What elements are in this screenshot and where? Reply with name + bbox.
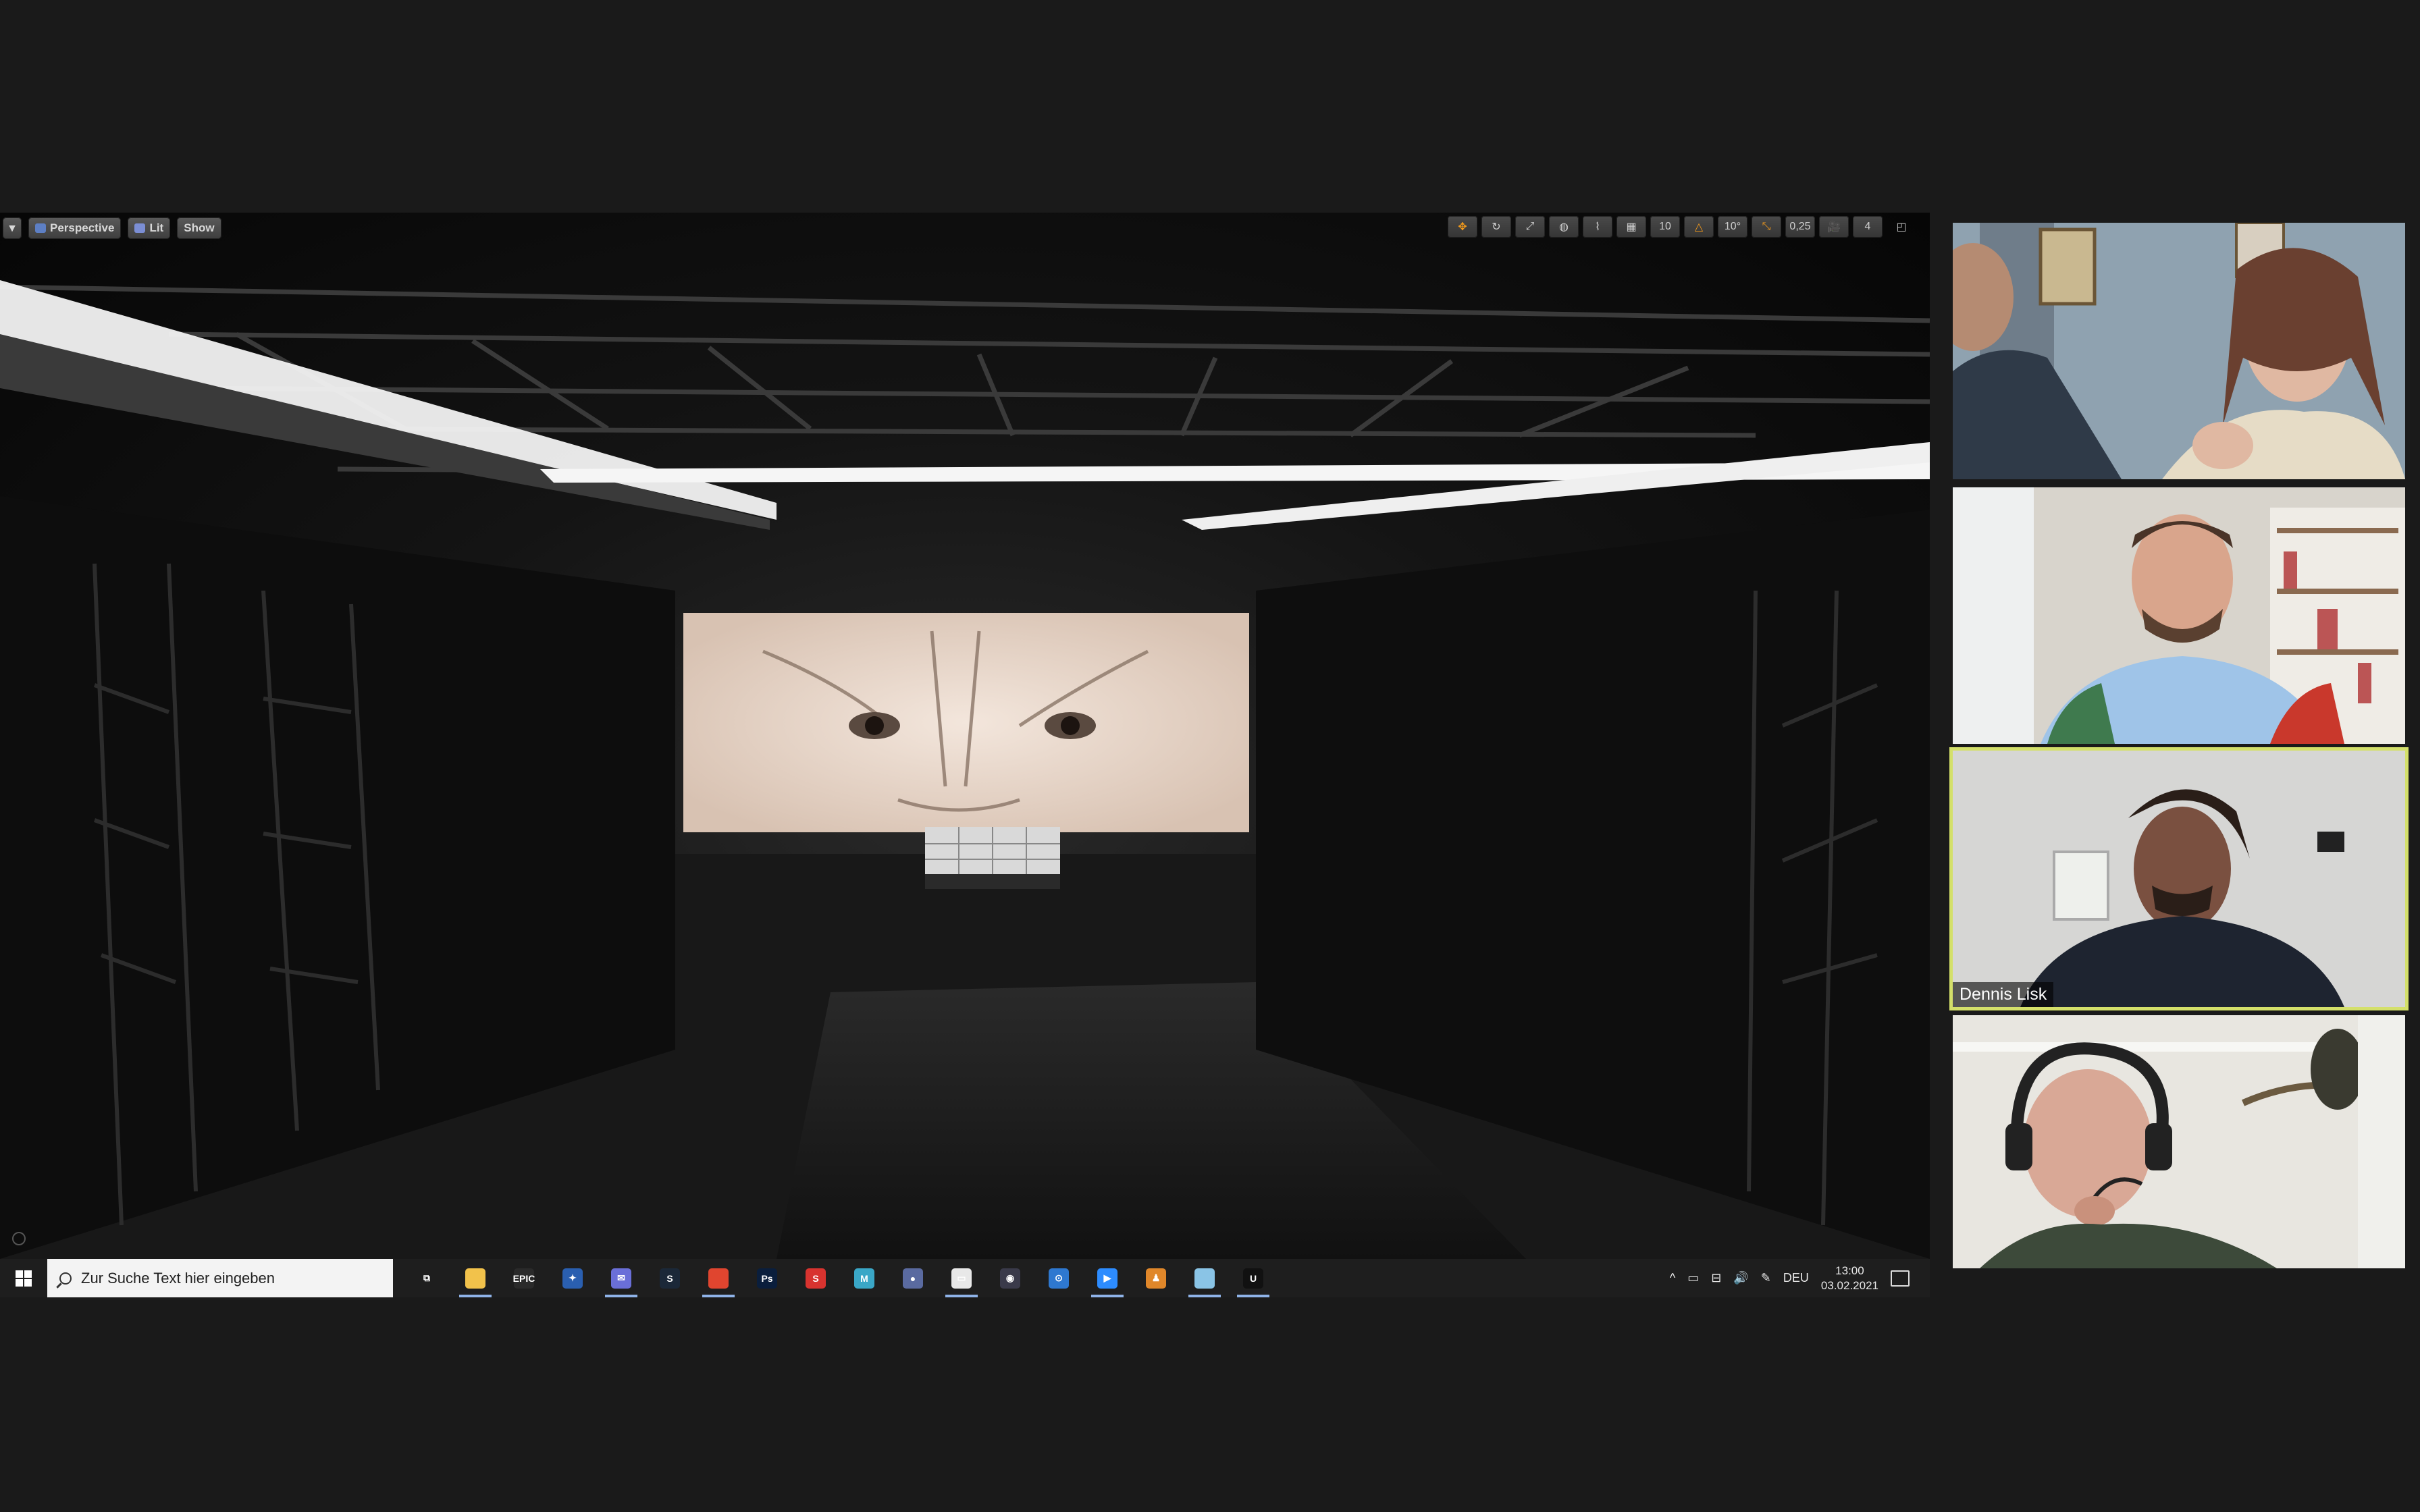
taskbar-app-button[interactable]: U xyxy=(1229,1259,1278,1297)
system-tray: ^ ▭ ⊟ 🔊 ✎ DEU 13:00 03.02.2021 xyxy=(1670,1264,1930,1293)
rotate-icon[interactable]: ↻ xyxy=(1481,216,1511,238)
rotation-snap-value[interactable]: 10° xyxy=(1718,216,1747,238)
taskbar-app-button[interactable]: Ps xyxy=(743,1259,791,1297)
studio-scene xyxy=(0,280,1930,1259)
translate-icon[interactable]: ✥ xyxy=(1448,216,1477,238)
participant-video-4[interactable] xyxy=(1953,1015,2405,1268)
surface-snap-icon[interactable]: ⌇ xyxy=(1583,216,1612,238)
show-button[interactable]: Show xyxy=(177,217,221,239)
taskbar-app-button[interactable]: EPIC xyxy=(500,1259,548,1297)
app-blue-gear-icon: ✦ xyxy=(562,1268,583,1289)
taskbar-app-button[interactable]: ● xyxy=(889,1259,937,1297)
taskbar-app-button[interactable]: ⊙ xyxy=(1034,1259,1083,1297)
taskbar-app-button[interactable]: ⧉ xyxy=(402,1259,451,1297)
search-icon xyxy=(59,1272,72,1285)
clock-date: 03.02.2021 xyxy=(1820,1278,1878,1292)
video-feed xyxy=(1953,751,2405,1007)
participant-name-tag: Dennis Lisk xyxy=(1953,982,2054,1007)
video-feed xyxy=(1953,223,2405,479)
taskbar-app-button[interactable]: S xyxy=(646,1259,694,1297)
photoshop-icon: Ps xyxy=(757,1268,777,1289)
windows-taskbar: Zur Suche Text hier eingeben ⧉ EPIC ✦ ✉ S Ps S… xyxy=(0,1259,1930,1297)
app-blue-circle-icon: ⊙ xyxy=(1049,1268,1069,1289)
volume-icon[interactable]: 🔊 xyxy=(1733,1271,1748,1285)
scale-icon[interactable]: ⤢ xyxy=(1515,216,1545,238)
taskbar-app-button[interactable]: ✦ xyxy=(548,1259,597,1297)
app-dark-icon: ◉ xyxy=(1000,1268,1020,1289)
perspective-button[interactable]: Perspective xyxy=(28,217,122,239)
taskbar-app-button[interactable]: ◉ xyxy=(986,1259,1034,1297)
chrome-icon xyxy=(708,1268,729,1289)
led-wall xyxy=(683,613,1249,832)
maximize-viewport-icon[interactable]: ◰ xyxy=(1887,216,1916,238)
taskbar-app-button[interactable]: S xyxy=(791,1259,840,1297)
taskbar-app-button[interactable]: ♟ xyxy=(1132,1259,1180,1297)
axis-gizmo-icon xyxy=(12,1232,26,1245)
unreal-engine-icon: U xyxy=(1243,1268,1263,1289)
rotation-snap-icon[interactable]: △ xyxy=(1684,216,1714,238)
taskbar-app-button[interactable] xyxy=(694,1259,743,1297)
taskbar-app-list: ⧉ EPIC ✦ ✉ S Ps S M ● ▭ ◉ ⊙ ▶ ♟ U xyxy=(402,1259,1278,1297)
language-indicator[interactable]: DEU xyxy=(1783,1271,1809,1285)
substance-icon: S xyxy=(806,1268,826,1289)
file-explorer-icon xyxy=(465,1268,485,1289)
task-view-icon: ⧉ xyxy=(417,1268,437,1289)
oculus-icon: ▭ xyxy=(951,1268,972,1289)
participant-video-2[interactable] xyxy=(1953,487,2405,744)
app-orange-icon: ♟ xyxy=(1146,1268,1166,1289)
grid-snap-icon[interactable]: ▦ xyxy=(1616,216,1646,238)
m-app-icon: M xyxy=(854,1268,874,1289)
camera-speed-value[interactable]: 4 xyxy=(1853,216,1883,238)
shared-screen: ▾ Perspective Lit Show ✥ ↻ ⤢ ◍ ⌇ ▦ 10 △ … xyxy=(0,213,1930,1297)
search-placeholder: Zur Suche Text hier eingeben xyxy=(81,1269,275,1287)
video-feed xyxy=(1953,1015,2405,1268)
lit-button[interactable]: Lit xyxy=(128,217,171,239)
notification-center-icon[interactable] xyxy=(1891,1270,1910,1287)
taskbar-app-button[interactable]: ✉ xyxy=(597,1259,646,1297)
unreal-viewport[interactable]: ▾ Perspective Lit Show ✥ ↻ ⤢ ◍ ⌇ ▦ 10 △ … xyxy=(0,213,1930,1259)
steam-icon: S xyxy=(660,1268,680,1289)
taskbar-app-button[interactable]: ▭ xyxy=(937,1259,986,1297)
participant-video-1[interactable] xyxy=(1953,223,2405,479)
video-feed xyxy=(1953,487,2405,744)
perspective-icon xyxy=(35,223,46,233)
network-icon[interactable]: ⊟ xyxy=(1711,1271,1721,1285)
taskbar-app-button[interactable]: M xyxy=(840,1259,889,1297)
taskbar-clock[interactable]: 13:00 03.02.2021 xyxy=(1821,1264,1878,1293)
scale-snap-icon[interactable]: ⤡ xyxy=(1752,216,1781,238)
taskbar-search-box[interactable]: Zur Suche Text hier eingeben xyxy=(47,1259,393,1297)
notepad-icon xyxy=(1194,1268,1215,1289)
taskbar-app-button[interactable]: ▶ xyxy=(1083,1259,1132,1297)
start-button[interactable] xyxy=(0,1259,47,1297)
mail-icon: ✉ xyxy=(611,1268,631,1289)
chevron-down-icon: ▾ xyxy=(9,221,16,234)
viewport-options-button[interactable]: ▾ xyxy=(3,217,22,239)
taskbar-app-button[interactable] xyxy=(1180,1259,1229,1297)
grid-snap-value[interactable]: 10 xyxy=(1650,216,1680,238)
camera-speed-icon[interactable]: 🎥 xyxy=(1819,216,1849,238)
clock-time: 13:00 xyxy=(1835,1264,1864,1277)
windows-logo-icon xyxy=(16,1270,32,1287)
participant-video-3[interactable]: Dennis Lisk xyxy=(1953,751,2405,1007)
zoom-icon: ▶ xyxy=(1097,1268,1117,1289)
battery-icon[interactable]: ▭ xyxy=(1687,1271,1699,1285)
pen-icon[interactable]: ✎ xyxy=(1761,1271,1771,1285)
epic-games-icon: EPIC xyxy=(513,1268,535,1289)
world-local-icon[interactable]: ◍ xyxy=(1549,216,1579,238)
taskbar-app-button[interactable] xyxy=(451,1259,500,1297)
scale-snap-value[interactable]: 0,25 xyxy=(1785,216,1815,238)
lit-icon xyxy=(134,223,146,233)
obs-icon: ● xyxy=(903,1268,923,1289)
chevron-up-icon[interactable]: ^ xyxy=(1670,1271,1675,1285)
